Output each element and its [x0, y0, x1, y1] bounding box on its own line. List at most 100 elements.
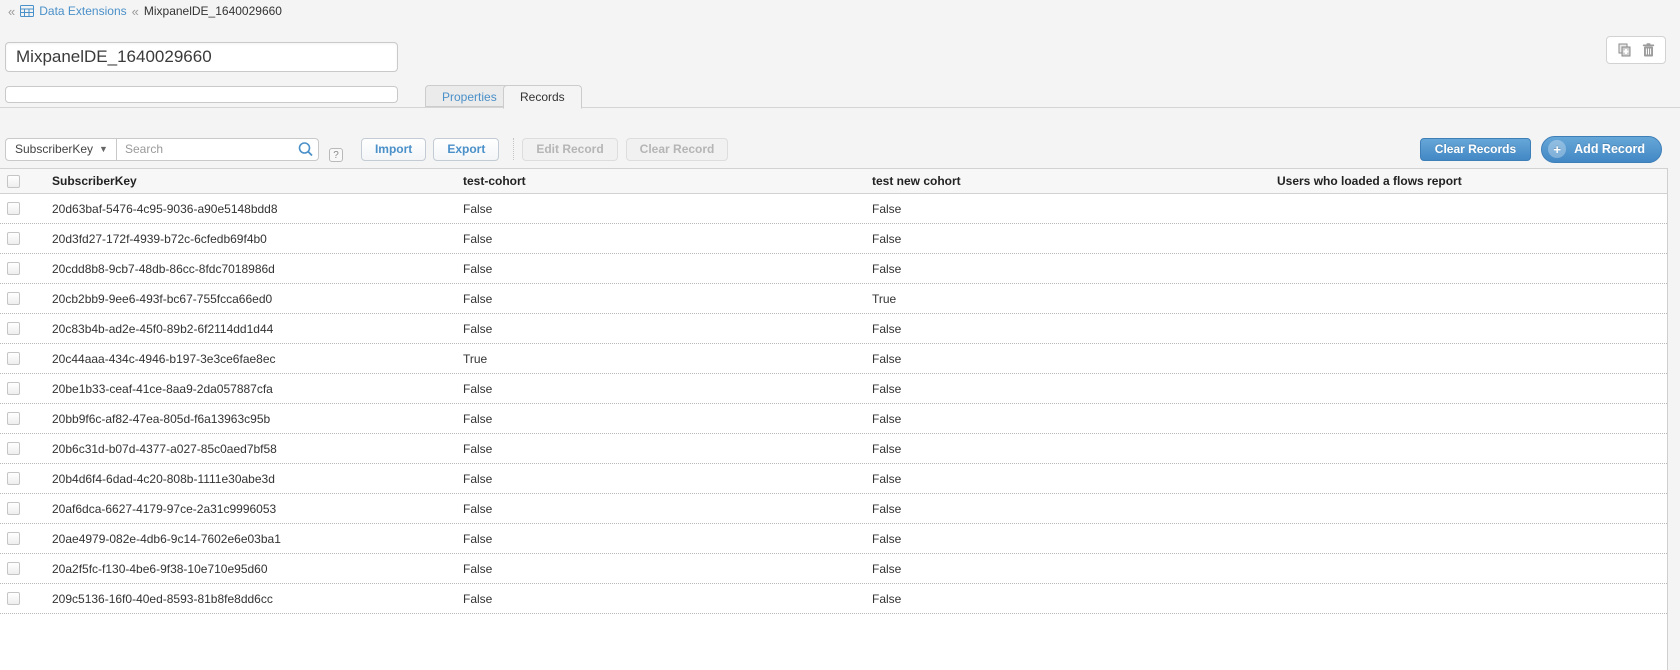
- help-icon[interactable]: ?: [329, 148, 343, 162]
- cell-subscriberkey: 20ae4979-082e-4db6-9c14-7602e6e03ba1: [52, 532, 463, 546]
- table-row: 20be1b33-ceaf-41ce-8aa9-2da057887cfa Fal…: [0, 374, 1667, 404]
- row-checkbox[interactable]: [7, 232, 20, 245]
- cell-test-cohort: False: [463, 232, 872, 246]
- tab-records[interactable]: Records: [503, 85, 582, 109]
- cell-test-new-cohort: False: [872, 562, 1277, 576]
- cell-subscriberkey: 20af6dca-6627-4179-97ce-2a31c9996053: [52, 502, 463, 516]
- table-row: 20c83b4b-ad2e-45f0-89b2-6f2114dd1d44 Fal…: [0, 314, 1667, 344]
- table-row: 20cdd8b8-9cb7-48db-86cc-8fdc7018986d Fal…: [0, 254, 1667, 284]
- cell-test-cohort: True: [463, 352, 872, 366]
- cell-test-new-cohort: False: [872, 592, 1277, 606]
- column-header-subscriberkey[interactable]: SubscriberKey: [52, 174, 463, 188]
- column-header-users-flows-report[interactable]: Users who loaded a flows report: [1277, 174, 1667, 188]
- add-record-label: Add Record: [1574, 142, 1645, 156]
- cell-test-cohort: False: [463, 562, 872, 576]
- delete-icon[interactable]: [1642, 43, 1655, 57]
- search-field-value: SubscriberKey: [15, 142, 93, 156]
- row-checkbox[interactable]: [7, 412, 20, 425]
- cell-subscriberkey: 20be1b33-ceaf-41ce-8aa9-2da057887cfa: [52, 382, 463, 396]
- cell-test-cohort: False: [463, 472, 872, 486]
- cell-test-cohort: False: [463, 202, 872, 216]
- table-row: 20b6c31d-b07d-4377-a027-85c0aed7bf58 Fal…: [0, 434, 1667, 464]
- data-extension-records-page: « Data Extensions « MixpanelDE_164002966…: [0, 0, 1680, 670]
- cell-test-cohort: False: [463, 292, 872, 306]
- name-input[interactable]: [5, 42, 398, 72]
- cell-test-new-cohort: False: [872, 412, 1277, 426]
- import-button[interactable]: Import: [361, 138, 426, 161]
- cell-test-cohort: False: [463, 532, 872, 546]
- cell-test-cohort: False: [463, 592, 872, 606]
- cell-test-cohort: False: [463, 412, 872, 426]
- row-checkbox[interactable]: [7, 472, 20, 485]
- row-checkbox[interactable]: [7, 532, 20, 545]
- clear-record-button[interactable]: Clear Record: [626, 138, 729, 161]
- cell-test-cohort: False: [463, 262, 872, 276]
- table-header-row: SubscriberKey test-cohort test new cohor…: [0, 168, 1667, 194]
- cell-test-new-cohort: False: [872, 532, 1277, 546]
- cell-test-new-cohort: False: [872, 352, 1277, 366]
- header-actions: [1606, 36, 1666, 64]
- cell-subscriberkey: 20d3fd27-172f-4939-b72c-6cfedb69f4b0: [52, 232, 463, 246]
- row-checkbox[interactable]: [7, 442, 20, 455]
- row-checkbox[interactable]: [7, 502, 20, 515]
- add-record-button[interactable]: + Add Record: [1541, 136, 1662, 163]
- row-checkbox[interactable]: [7, 322, 20, 335]
- cell-subscriberkey: 20cdd8b8-9cb7-48db-86cc-8fdc7018986d: [52, 262, 463, 276]
- cell-test-cohort: False: [463, 322, 872, 336]
- cell-subscriberkey: 20c44aaa-434c-4946-b197-3e3ce6fae8ec: [52, 352, 463, 366]
- breadcrumb-separator-icon: «: [132, 5, 139, 18]
- table-row: 20c44aaa-434c-4946-b197-3e3ce6fae8ec Tru…: [0, 344, 1667, 374]
- row-checkbox[interactable]: [7, 262, 20, 275]
- select-all-checkbox[interactable]: [7, 175, 20, 188]
- breadcrumb: « Data Extensions « MixpanelDE_164002966…: [8, 3, 282, 19]
- breadcrumb-current: MixpanelDE_1640029660: [144, 4, 282, 18]
- data-extension-grid-icon: [20, 5, 34, 17]
- row-checkbox[interactable]: [7, 292, 20, 305]
- clear-records-button[interactable]: Clear Records: [1420, 138, 1531, 161]
- back-chevron-icon[interactable]: «: [8, 5, 15, 18]
- edit-record-button[interactable]: Edit Record: [522, 138, 617, 161]
- cell-test-new-cohort: False: [872, 502, 1277, 516]
- cell-subscriberkey: 20a2f5fc-f130-4be6-9f38-10e710e95d60: [52, 562, 463, 576]
- copy-icon[interactable]: [1618, 43, 1633, 57]
- row-checkbox[interactable]: [7, 352, 20, 365]
- records-table: SubscriberKey test-cohort test new cohor…: [0, 168, 1668, 670]
- table-row: 20af6dca-6627-4179-97ce-2a31c9996053 Fal…: [0, 494, 1667, 524]
- records-toolbar: SubscriberKey ▼ ? Import Export Edit Rec…: [0, 137, 1680, 161]
- chevron-down-icon: ▼: [99, 144, 108, 154]
- cell-test-cohort: False: [463, 502, 872, 516]
- cell-subscriberkey: 20b4d6f4-6dad-4c20-808b-1111e30abe3d: [52, 472, 463, 486]
- tab-properties[interactable]: Properties: [425, 85, 514, 107]
- column-header-test-cohort[interactable]: test-cohort: [463, 174, 872, 188]
- search-icon[interactable]: [297, 141, 314, 163]
- cell-test-new-cohort: False: [872, 442, 1277, 456]
- cell-subscriberkey: 20bb9f6c-af82-47ea-805d-f6a13963c95b: [52, 412, 463, 426]
- search-input[interactable]: [117, 138, 319, 161]
- cell-subscriberkey: 20c83b4b-ad2e-45f0-89b2-6f2114dd1d44: [52, 322, 463, 336]
- column-header-test-new-cohort[interactable]: test new cohort: [872, 174, 1277, 188]
- table-row: 20bb9f6c-af82-47ea-805d-f6a13963c95b Fal…: [0, 404, 1667, 434]
- cell-test-new-cohort: False: [872, 382, 1277, 396]
- row-checkbox[interactable]: [7, 592, 20, 605]
- plus-icon: +: [1548, 140, 1566, 158]
- cell-subscriberkey: 20d63baf-5476-4c95-9036-a90e5148bdd8: [52, 202, 463, 216]
- table-row: 20d63baf-5476-4c95-9036-a90e5148bdd8 Fal…: [0, 194, 1667, 224]
- cell-subscriberkey: 209c5136-16f0-40ed-8593-81b8fe8dd6cc: [52, 592, 463, 606]
- cell-test-cohort: False: [463, 382, 872, 396]
- toolbar-divider: [513, 138, 514, 160]
- cell-test-cohort: False: [463, 442, 872, 456]
- row-checkbox[interactable]: [7, 562, 20, 575]
- cell-test-new-cohort: False: [872, 322, 1277, 336]
- cell-subscriberkey: 20b6c31d-b07d-4377-a027-85c0aed7bf58: [52, 442, 463, 456]
- table-row: 20d3fd27-172f-4939-b72c-6cfedb69f4b0 Fal…: [0, 224, 1667, 254]
- cell-subscriberkey: 20cb2bb9-9ee6-493f-bc67-755fcca66ed0: [52, 292, 463, 306]
- export-button[interactable]: Export: [433, 138, 499, 161]
- table-row: 20a2f5fc-f130-4be6-9f38-10e710e95d60 Fal…: [0, 554, 1667, 584]
- breadcrumb-link-data-extensions[interactable]: Data Extensions: [39, 4, 126, 18]
- table-row: 20ae4979-082e-4db6-9c14-7602e6e03ba1 Fal…: [0, 524, 1667, 554]
- search-field-dropdown[interactable]: SubscriberKey ▼: [5, 138, 117, 161]
- row-checkbox[interactable]: [7, 382, 20, 395]
- cell-test-new-cohort: False: [872, 472, 1277, 486]
- tab-bar: Properties Records: [0, 85, 1680, 108]
- row-checkbox[interactable]: [7, 202, 20, 215]
